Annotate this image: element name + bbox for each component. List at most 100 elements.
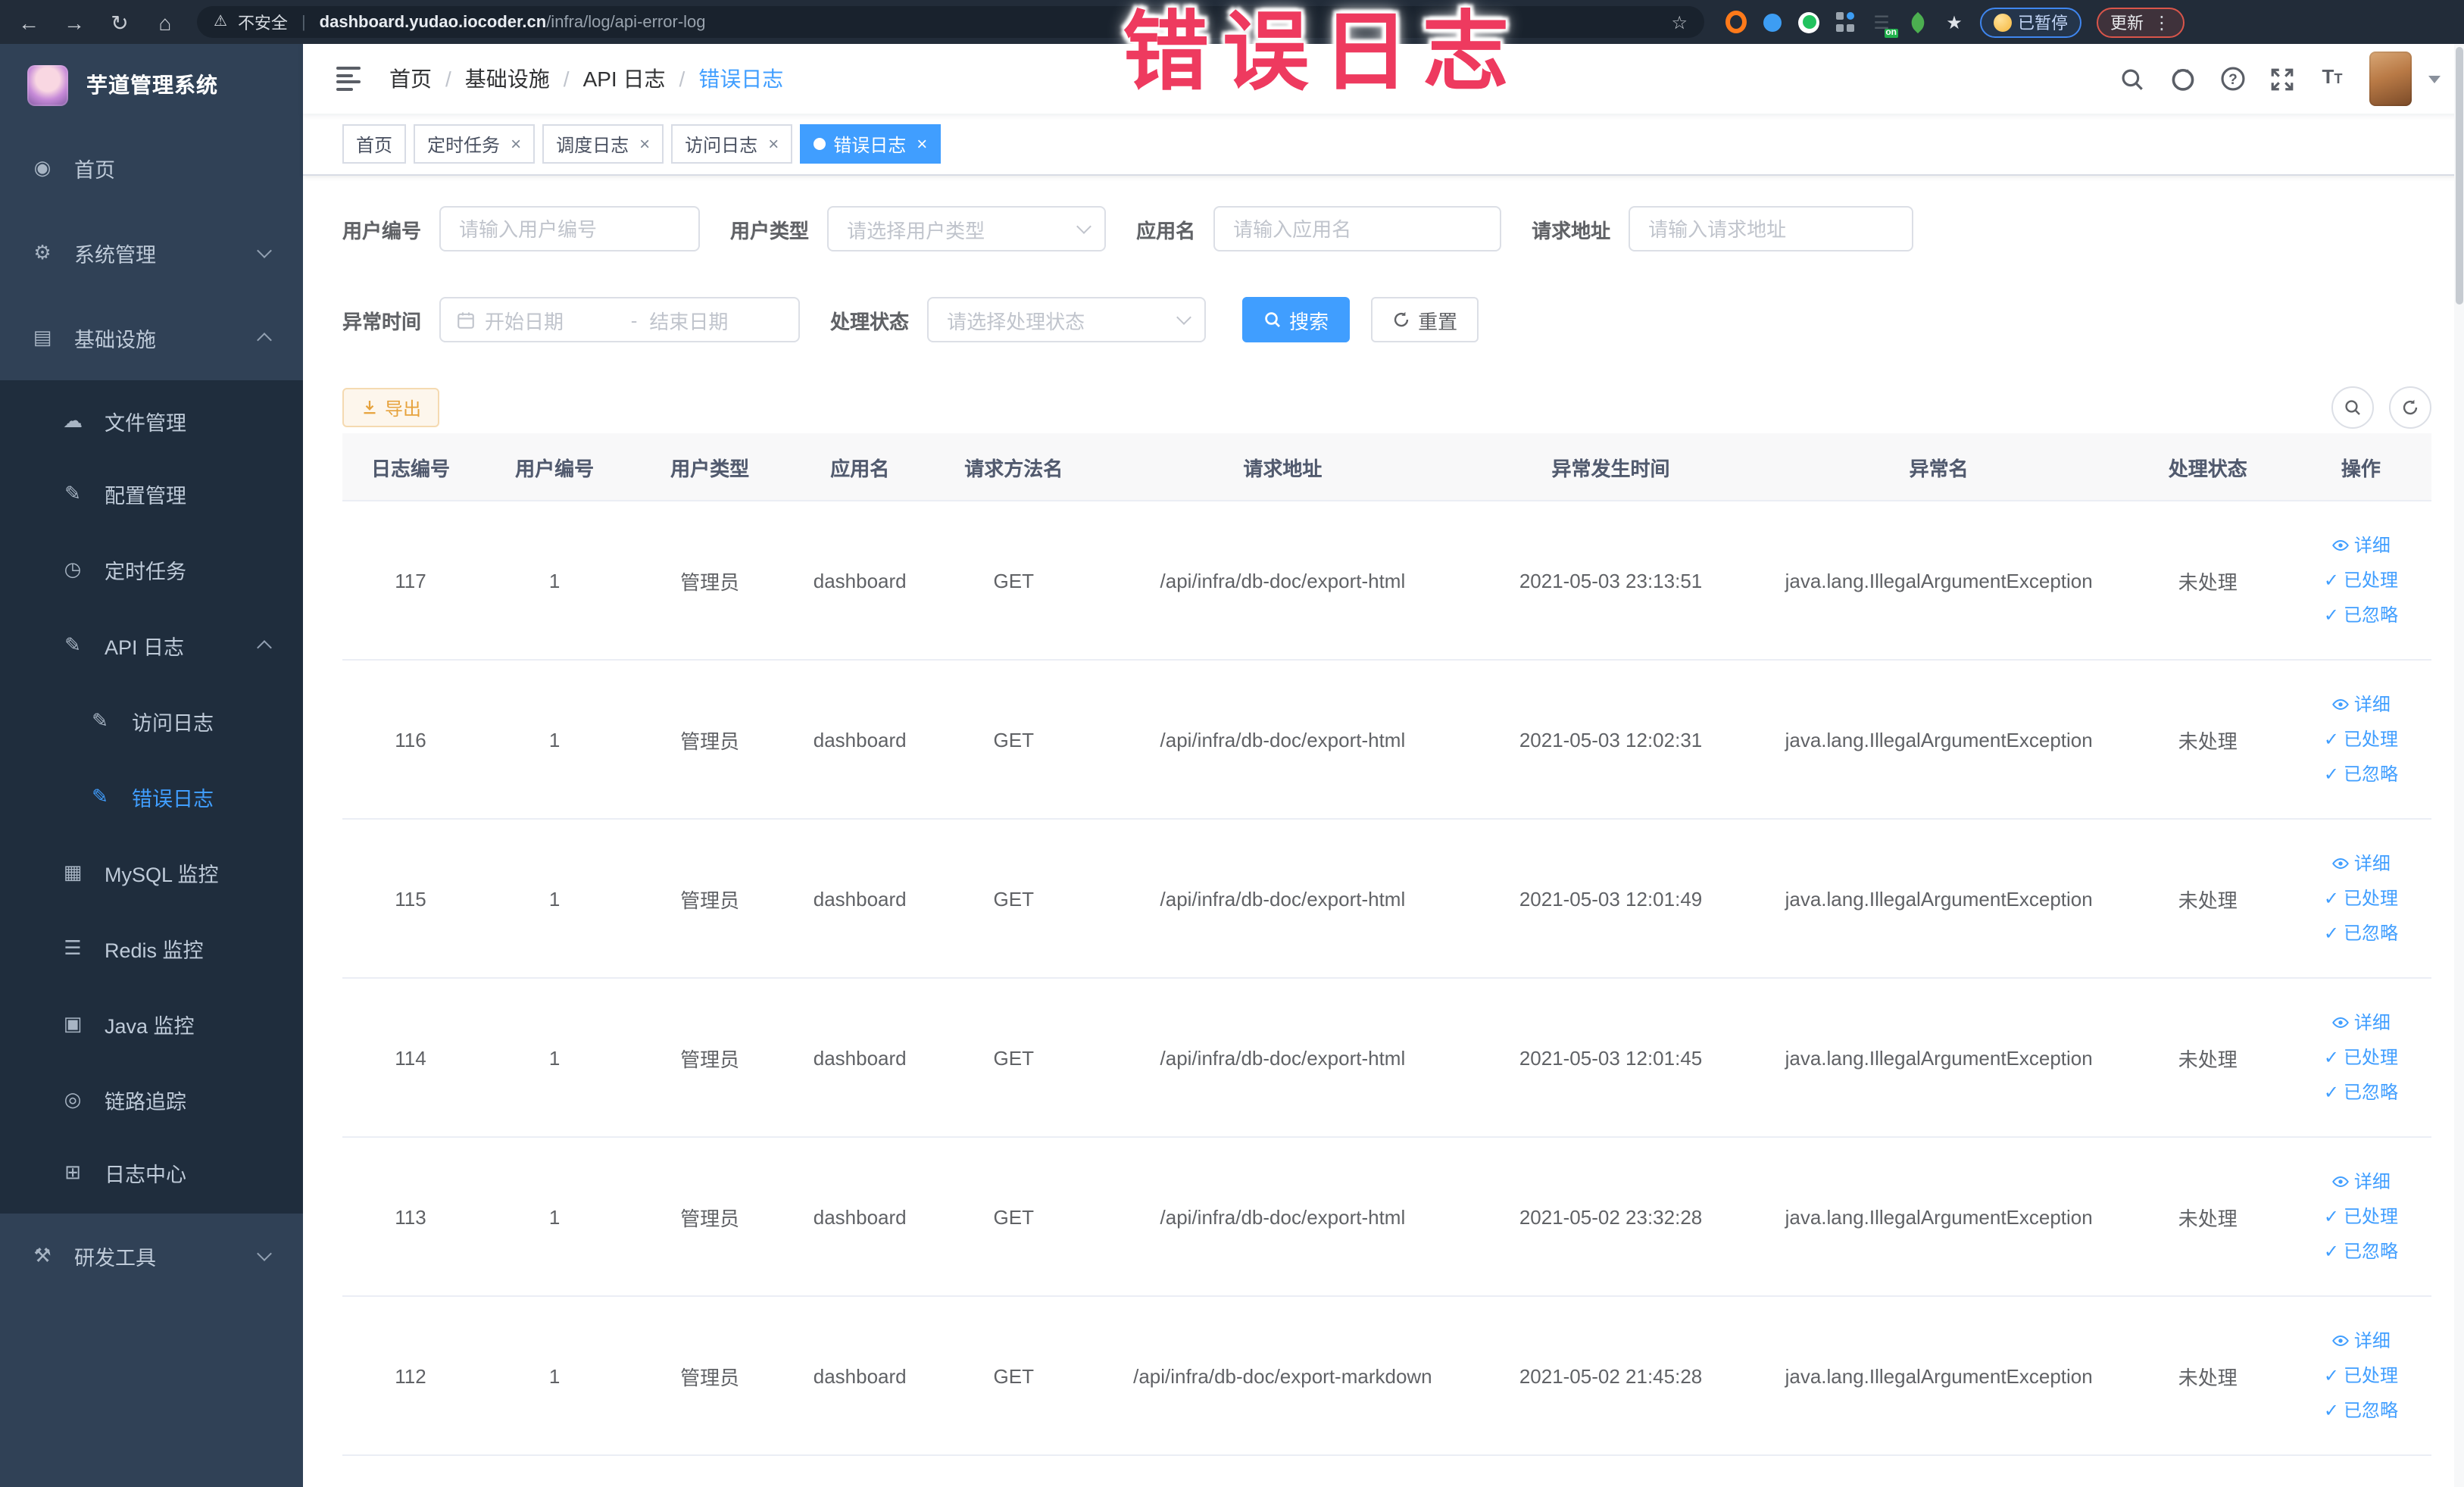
app-logo-row[interactable]: 芋道管理系统 <box>0 44 303 126</box>
column-header-9[interactable]: 操作 <box>2291 433 2431 501</box>
breadcrumb-item-3[interactable]: 错误日志 <box>698 64 783 94</box>
action-detail[interactable]: 详细 <box>2291 1328 2431 1354</box>
column-header-1[interactable]: 用户编号 <box>479 433 631 501</box>
sidebar-item-file-manage[interactable]: ☁ 文件管理 <box>0 380 303 456</box>
column-header-8[interactable]: 处理状态 <box>2124 433 2291 501</box>
sidebar-item-api-log[interactable]: ✎ API 日志 <box>0 608 303 683</box>
help-icon[interactable]: ? <box>2219 65 2246 92</box>
browser-update-button[interactable]: 更新 ⋮ <box>2097 7 2184 37</box>
sidebar-item-dev-tools[interactable]: ⚒ 研发工具 <box>0 1214 303 1298</box>
tab-3[interactable]: 访问日志 × <box>671 124 793 164</box>
date-range-picker[interactable]: 开始日期 - 结束日期 <box>439 297 801 342</box>
action-ignored[interactable]: ✓ 已忽略 <box>2291 602 2431 628</box>
toggle-search-button[interactable] <box>2331 386 2373 429</box>
green-extension-icon[interactable] <box>1798 11 1819 33</box>
action-processed[interactable]: ✓ 已处理 <box>2291 567 2431 593</box>
table-row[interactable]: 117 1 管理员 dashboard GET/api/infra/db-doc/exp… <box>342 501 2431 661</box>
action-processed[interactable]: ✓ 已处理 <box>2291 1363 2431 1389</box>
sidebar-item-redis-monitor[interactable]: ☰ Redis 监控 <box>0 911 303 986</box>
close-icon[interactable]: × <box>639 135 650 153</box>
breadcrumb-item-0[interactable]: 首页 <box>389 64 432 94</box>
hamburger-icon[interactable] <box>336 67 364 91</box>
column-header-3[interactable]: 应用名 <box>789 433 931 501</box>
page-scrollbar[interactable] <box>2453 44 2464 1487</box>
process-status-select[interactable]: 请选择处理状态 <box>927 297 1207 342</box>
action-processed[interactable]: ✓ 已处理 <box>2291 1204 2431 1229</box>
sidebar-item-log-center[interactable]: ⊞ 日志中心 <box>0 1138 303 1214</box>
back-icon[interactable]: ← <box>15 11 42 33</box>
action-detail[interactable]: 详细 <box>2291 1169 2431 1195</box>
action-detail[interactable]: 详细 <box>2291 851 2431 876</box>
action-ignored[interactable]: ✓ 已忽略 <box>2291 1079 2431 1105</box>
leaf-extension-icon[interactable] <box>1907 11 1929 33</box>
action-detail[interactable]: 详细 <box>2291 533 2431 558</box>
table-row[interactable]: 116 1 管理员 dashboard GET/api/infra/db-doc/exp… <box>342 660 2431 820</box>
bookmark-star-icon[interactable]: ☆ <box>1671 11 1688 33</box>
action-ignored[interactable]: ✓ 已忽略 <box>2291 1239 2431 1264</box>
action-ignored[interactable]: ✓ 已忽略 <box>2291 920 2431 946</box>
sidebar-item-scheduled-job[interactable]: ◷ 定时任务 <box>0 532 303 608</box>
scrollbar-thumb[interactable] <box>2455 47 2462 305</box>
sidebar-item-trace[interactable]: ◎ 链路追踪 <box>0 1062 303 1138</box>
action-processed[interactable]: ✓ 已处理 <box>2291 886 2431 911</box>
refresh-table-button[interactable] <box>2388 386 2431 429</box>
grid-extension-icon[interactable] <box>1835 11 1856 33</box>
tab-2[interactable]: 调度日志 × <box>542 124 664 164</box>
shield-icon[interactable] <box>1762 11 1783 33</box>
sidebar-item-access-log[interactable]: ✎ 访问日志 <box>0 683 303 759</box>
close-icon[interactable]: × <box>511 135 521 153</box>
close-icon[interactable]: × <box>917 135 927 153</box>
avatar[interactable] <box>2369 52 2411 106</box>
breadcrumb-item-2[interactable]: API 日志 <box>583 64 666 94</box>
home-icon[interactable]: ⌂ <box>151 11 179 33</box>
switch-on-extension-icon[interactable]: ☰ on <box>1871 11 1898 37</box>
search-button[interactable]: 搜索 <box>1242 297 1351 342</box>
github-icon[interactable] <box>2169 65 2196 92</box>
action-detail[interactable]: 详细 <box>2291 692 2431 717</box>
column-header-5[interactable]: 请求地址 <box>1097 433 1469 501</box>
column-header-6[interactable]: 异常发生时间 <box>1468 433 1754 501</box>
table-row[interactable]: 115 1 管理员 dashboard GET/api/infra/db-doc/exp… <box>342 819 2431 979</box>
tab-0[interactable]: 首页 <box>342 124 407 164</box>
font-size-icon[interactable]: TT <box>2319 65 2346 92</box>
adblock-icon[interactable] <box>1725 11 1747 33</box>
column-header-7[interactable]: 异常名 <box>1753 433 2125 501</box>
kebab-menu-icon[interactable]: ⋮ <box>2153 11 2171 33</box>
tab-4[interactable]: 错误日志 × <box>800 124 942 164</box>
close-icon[interactable]: × <box>768 135 779 153</box>
action-processed[interactable]: ✓ 已处理 <box>2291 1045 2431 1070</box>
action-ignored[interactable]: ✓ 已忽略 <box>2291 1398 2431 1423</box>
breadcrumb-item-1[interactable]: 基础设施 <box>465 64 550 94</box>
sidebar-item-home[interactable]: ◉ 首页 <box>0 126 303 211</box>
reset-button[interactable]: 重置 <box>1371 297 1479 342</box>
table-row[interactable]: 112 1 管理员 dashboard GET/api/infra/db-doc/exp… <box>342 1296 2431 1456</box>
sidebar-item-infra[interactable]: ▤ 基础设施 <box>0 295 303 380</box>
table-row[interactable]: 113 1 管理员 dashboard GET/api/infra/db-doc/exp… <box>342 1137 2431 1297</box>
reload-icon[interactable]: ↻ <box>106 11 133 33</box>
user-id-input[interactable] <box>439 206 701 251</box>
cell-status: 未处理 <box>2124 501 2291 661</box>
paused-extension-button[interactable]: 已暂停 <box>1980 7 2081 37</box>
sidebar-item-config-manage[interactable]: ✎ 配置管理 <box>0 456 303 532</box>
user-type-select[interactable]: 请选择用户类型 <box>827 206 1107 251</box>
table-row[interactable]: 114 1 管理员 dashboard GET/api/infra/db-doc/exp… <box>342 978 2431 1138</box>
puzzle-extension-icon[interactable]: ★ <box>1944 11 1965 33</box>
tab-1[interactable]: 定时任务 × <box>414 124 536 164</box>
action-processed[interactable]: ✓ 已处理 <box>2291 726 2431 752</box>
column-header-4[interactable]: 请求方法名 <box>930 433 1098 501</box>
column-header-2[interactable]: 用户类型 <box>630 433 790 501</box>
request-url-input[interactable] <box>1629 206 1914 251</box>
sidebar-item-error-log[interactable]: ✎ 错误日志 <box>0 759 303 835</box>
column-header-0[interactable]: 日志编号 <box>342 433 479 501</box>
search-icon[interactable] <box>2119 65 2146 92</box>
fullscreen-icon[interactable] <box>2269 65 2296 92</box>
chevron-down-icon[interactable] <box>2428 75 2440 83</box>
forward-icon[interactable]: → <box>61 11 88 33</box>
export-button[interactable]: 导出 <box>342 388 440 427</box>
action-detail[interactable]: 详细 <box>2291 1010 2431 1036</box>
app-name-input[interactable] <box>1213 206 1502 251</box>
sidebar-item-system[interactable]: ⚙ 系统管理 <box>0 211 303 295</box>
sidebar-item-mysql-monitor[interactable]: ▦ MySQL 监控 <box>0 835 303 911</box>
action-ignored[interactable]: ✓ 已忽略 <box>2291 761 2431 787</box>
sidebar-item-java-monitor[interactable]: ▣ Java 监控 <box>0 986 303 1062</box>
